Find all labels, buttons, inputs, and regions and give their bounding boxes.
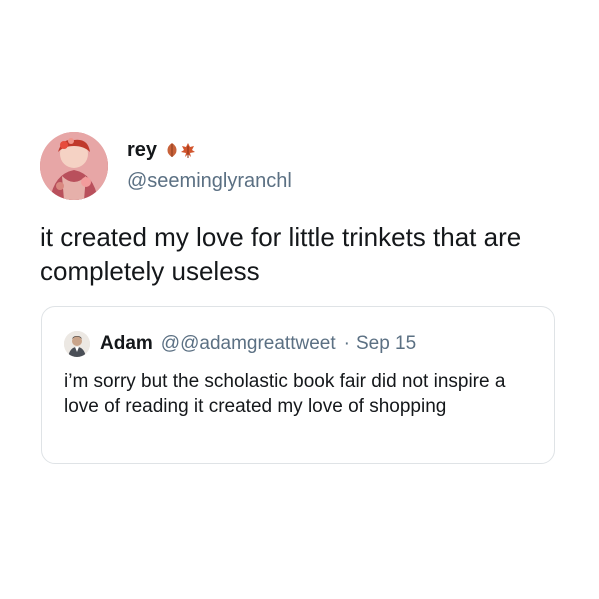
tweet: rey @seeminglyranchl it created my love … [40, 132, 560, 288]
author-handle[interactable]: @seeminglyranchl [127, 170, 292, 193]
quoted-display-name[interactable]: Adam [100, 333, 153, 355]
avatar[interactable] [40, 132, 108, 200]
fallen-leaf-icon [167, 143, 177, 157]
tweet-text: it created my love for little trinkets t… [40, 222, 522, 286]
tweet-author-row: rey @seeminglyranchl [40, 132, 560, 202]
quoted-tweet-card[interactable]: Adam @@adamgreattweet · Sep 15 i’m sorry… [41, 306, 555, 464]
maple-leaf-icon [181, 142, 196, 158]
author-names: rey @seeminglyranchl [127, 136, 292, 193]
quoted-tweet-header: Adam @@adamgreattweet · Sep 15 [64, 331, 416, 357]
quoted-date[interactable]: Sep 15 [356, 333, 416, 355]
quoted-avatar[interactable] [64, 331, 90, 357]
quoted-handle[interactable]: @@adamgreattweet [161, 333, 336, 355]
display-name[interactable]: rey [127, 139, 157, 162]
avatar-photo-icon [40, 132, 108, 200]
quoted-tweet-text: i’m sorry but the scholastic book fair d… [64, 371, 506, 417]
separator-dot: · [343, 333, 350, 354]
quoted-avatar-photo-icon [64, 331, 90, 357]
name-emojis [165, 142, 196, 159]
display-name-row: rey [127, 136, 292, 164]
